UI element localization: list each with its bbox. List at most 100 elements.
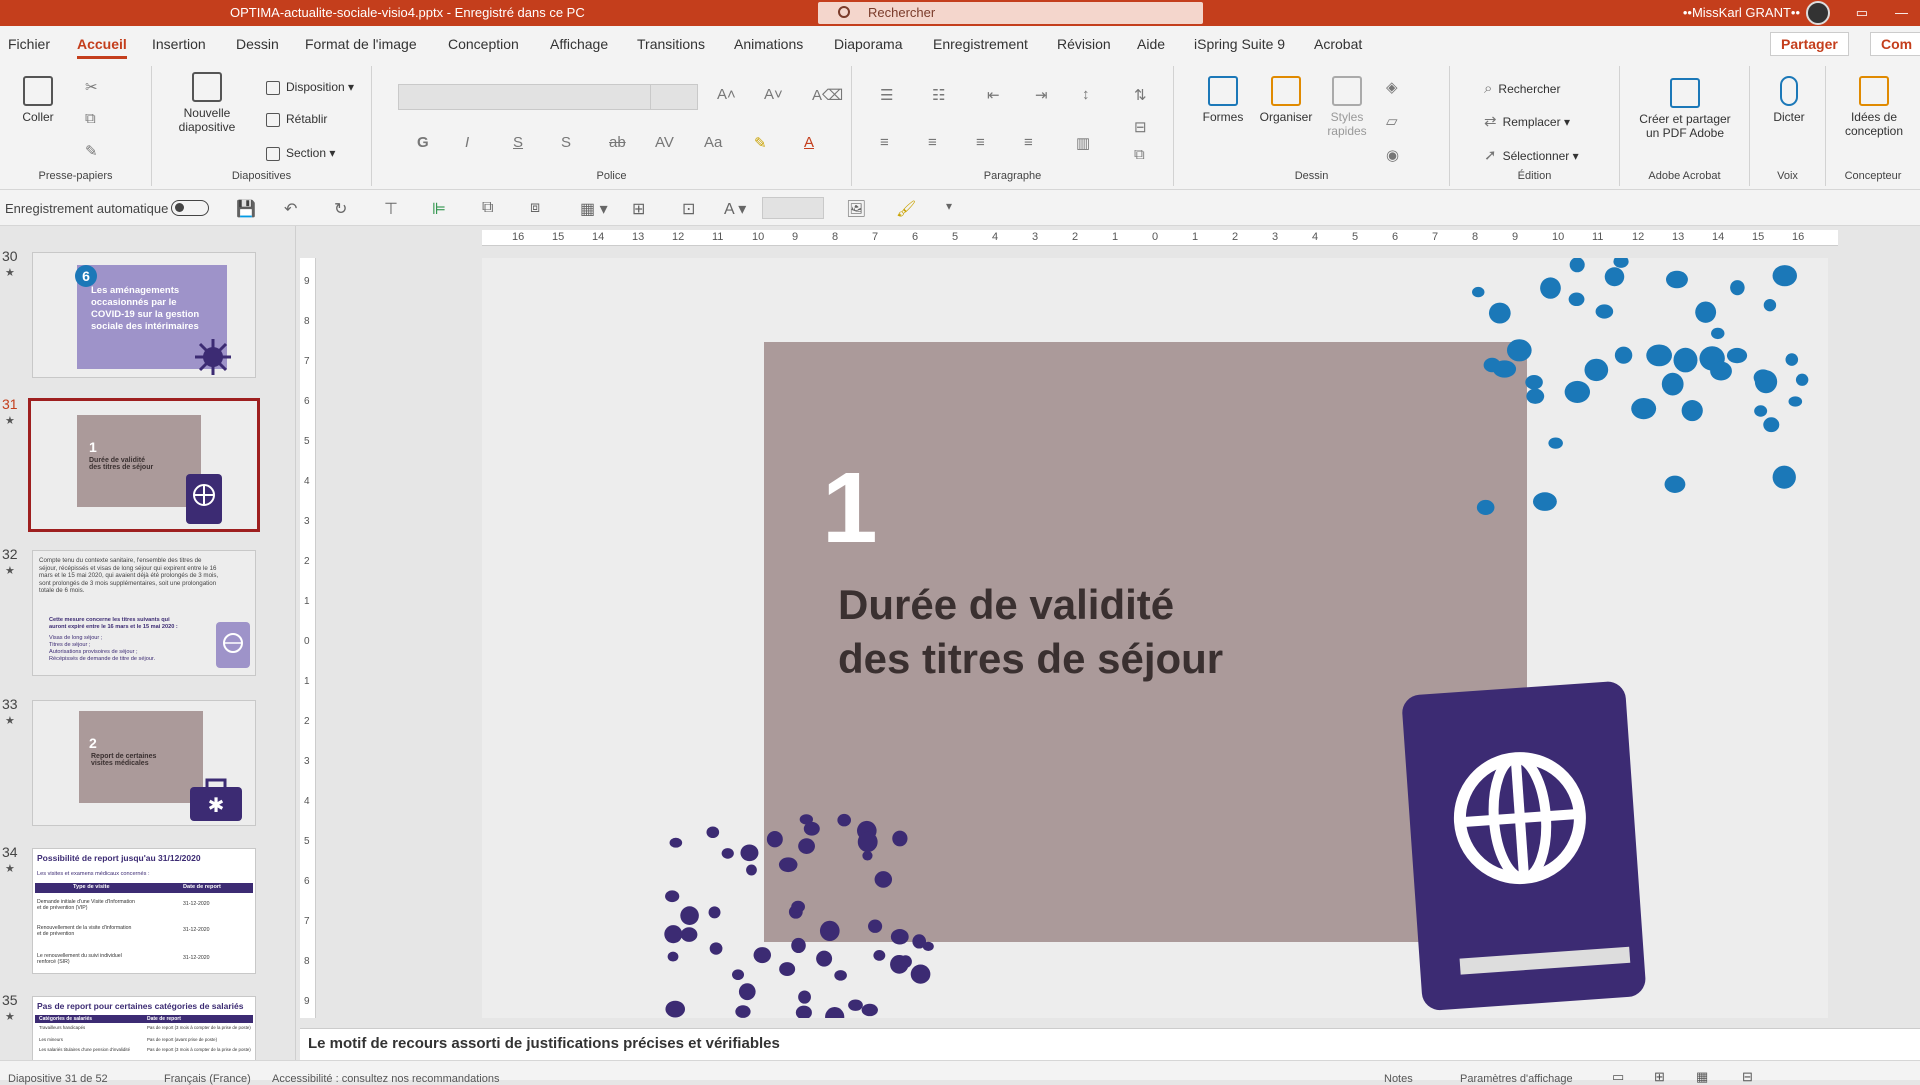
tab-acrobat[interactable]: Acrobat: [1314, 36, 1362, 52]
redo-icon[interactable]: ↻: [334, 199, 347, 219]
comments-button[interactable]: Com: [1870, 32, 1920, 56]
replace-button[interactable]: ⇄ Remplacer ▾: [1484, 112, 1570, 130]
bullets-icon[interactable]: ☰: [880, 86, 893, 104]
slide-thumbnail-34[interactable]: Possibilité de report jusqu'au 31/12/202…: [32, 848, 256, 974]
italic-button[interactable]: I: [465, 134, 469, 151]
group-icon[interactable]: ⧉: [482, 199, 493, 217]
tab-fichier[interactable]: Fichier: [8, 36, 50, 52]
layout-button[interactable]: Disposition ▾: [266, 80, 354, 95]
slide-canvas[interactable]: 1 Durée de validité des titres de séjour: [482, 258, 1828, 1018]
autosave-toggle[interactable]: [171, 200, 209, 216]
format-painter-icon[interactable]: ✎: [85, 142, 98, 160]
find-button[interactable]: ⌕ Rechercher: [1484, 80, 1560, 97]
notes-pane[interactable]: Le motif de recours assorti de justifica…: [300, 1028, 1920, 1060]
text-direction-icon[interactable]: ⇅: [1134, 86, 1147, 104]
tab-enregistrement[interactable]: Enregistrement: [933, 36, 1028, 52]
minimize-icon[interactable]: —: [1895, 5, 1908, 20]
align-text-icon[interactable]: ⊟: [1134, 118, 1147, 136]
tab-revision[interactable]: Révision: [1057, 36, 1111, 52]
save-icon[interactable]: 💾: [236, 199, 256, 219]
notes-text[interactable]: Le motif de recours assorti de justifica…: [308, 1035, 780, 1052]
cut-icon[interactable]: ✂: [85, 78, 98, 96]
design-ideas-button[interactable]: Idées de conception: [1832, 76, 1916, 138]
tab-accueil[interactable]: Accueil: [77, 36, 127, 59]
notes-button[interactable]: Notes: [1384, 1073, 1413, 1085]
tab-dessin[interactable]: Dessin: [236, 36, 279, 52]
font-size-select[interactable]: [650, 84, 698, 110]
slide-thumbnail-33[interactable]: 2 Report de certaines visites médicales …: [32, 700, 256, 826]
smartart-icon[interactable]: ⧉: [1134, 146, 1145, 163]
search-box[interactable]: Rechercher: [818, 2, 1203, 24]
tab-diaporama[interactable]: Diaporama: [834, 36, 902, 52]
numbering-icon[interactable]: ☷: [932, 86, 945, 104]
normal-view-icon[interactable]: ▭: [1612, 1069, 1624, 1085]
font-name-select[interactable]: [398, 84, 658, 110]
undo-icon[interactable]: ↶: [284, 199, 297, 219]
language[interactable]: Français (France): [164, 1073, 251, 1085]
slideshow-view-icon[interactable]: ⊟: [1742, 1069, 1753, 1085]
shadow-button[interactable]: S: [561, 134, 571, 151]
passport-icon[interactable]: [1402, 678, 1662, 1018]
tab-insertion[interactable]: Insertion: [152, 36, 206, 52]
avatar[interactable]: [1806, 1, 1830, 25]
copy-icon[interactable]: ⧉: [85, 110, 96, 127]
create-pdf-button[interactable]: Créer et partager un PDF Adobe: [1626, 78, 1744, 140]
shape-fill-icon[interactable]: ◈: [1386, 78, 1398, 96]
crop-icon[interactable]: ⊡: [682, 199, 695, 219]
highlight-icon[interactable]: ✎: [754, 134, 767, 152]
paint-icon[interactable]: 🖌: [896, 199, 916, 219]
tab-affichage[interactable]: Affichage: [550, 36, 608, 52]
customize-icon[interactable]: ▾: [946, 199, 952, 213]
arrange-button[interactable]: Organiser: [1256, 76, 1316, 124]
accessibility[interactable]: Accessibilité : consultez nos recommanda…: [272, 1073, 499, 1085]
tab-transitions[interactable]: Transitions: [637, 36, 705, 52]
align-center-icon[interactable]: ≡: [928, 134, 937, 151]
clear-format-icon[interactable]: A⌫: [812, 86, 843, 104]
document-title[interactable]: OPTIMA-actualite-sociale-visio4.pptx - E…: [230, 5, 585, 20]
select-pane-icon[interactable]: ⊞: [632, 199, 645, 219]
tab-conception[interactable]: Conception: [448, 36, 519, 52]
dictate-button[interactable]: Dicter: [1764, 76, 1814, 124]
quick-styles-button[interactable]: Styles rapides: [1322, 76, 1372, 138]
shape-effects-icon[interactable]: ◉: [1386, 146, 1399, 164]
shapes-button[interactable]: Formes: [1198, 76, 1248, 124]
font-color-qat-icon[interactable]: A ▾: [724, 199, 746, 219]
size-box[interactable]: [762, 197, 824, 219]
slide-thumbnail-35[interactable]: Pas de report pour certaines catégories …: [32, 996, 256, 1060]
underline-button[interactable]: S: [513, 134, 523, 151]
new-slide-button[interactable]: Nouvelle diapositive: [172, 72, 242, 134]
share-button[interactable]: Partager: [1770, 32, 1849, 56]
ungroup-icon[interactable]: ⧈: [530, 199, 540, 217]
increase-indent-icon[interactable]: ⇥: [1035, 86, 1048, 104]
line-spacing-icon[interactable]: ↕: [1082, 86, 1090, 103]
grow-font-icon[interactable]: A˄: [717, 86, 736, 103]
ribbon-display-icon[interactable]: ▭: [1856, 5, 1868, 21]
slide-thumbnail-32[interactable]: Compte tenu du contexte sanitaire, l'ens…: [32, 550, 256, 676]
paste-button[interactable]: Coller: [18, 76, 58, 124]
shape-outline-icon[interactable]: ▱: [1386, 112, 1398, 130]
decrease-indent-icon[interactable]: ⇤: [987, 86, 1000, 104]
strikethrough-icon[interactable]: ab: [609, 134, 626, 151]
tab-ispring[interactable]: iSpring Suite 9: [1194, 36, 1285, 52]
tab-animations[interactable]: Animations: [734, 36, 803, 52]
sorter-view-icon[interactable]: ⊞: [1654, 1069, 1665, 1085]
font-color-icon[interactable]: A: [804, 134, 814, 151]
char-spacing-icon[interactable]: AV: [655, 134, 674, 151]
reading-view-icon[interactable]: ▦: [1696, 1069, 1708, 1085]
section-button[interactable]: Section ▾: [266, 146, 335, 161]
slide-thumbnail-30[interactable]: 6 Les aménagements occasionnés par le CO…: [32, 252, 256, 378]
align-left-icon[interactable]: ≡: [880, 134, 889, 151]
user-name[interactable]: ••MissKarl GRANT••: [1683, 5, 1800, 20]
picture-icon[interactable]: 🖼: [846, 199, 866, 219]
reset-button[interactable]: Rétablir: [266, 112, 327, 127]
shrink-font-icon[interactable]: A˅: [764, 86, 783, 103]
present-icon[interactable]: ⊤: [384, 199, 398, 219]
table-icon[interactable]: ▦ ▾: [580, 199, 608, 219]
columns-icon[interactable]: ▥: [1076, 134, 1090, 152]
align-icon[interactable]: ⊫: [432, 199, 446, 219]
slide-thumbnail-31[interactable]: 1 Durée de validité des titres de séjour: [28, 398, 260, 532]
change-case-icon[interactable]: Aa: [704, 134, 722, 151]
display-settings-button[interactable]: Paramètres d'affichage: [1460, 1073, 1573, 1085]
tab-format-image[interactable]: Format de l'image: [305, 36, 417, 52]
bold-button[interactable]: G: [417, 134, 429, 151]
